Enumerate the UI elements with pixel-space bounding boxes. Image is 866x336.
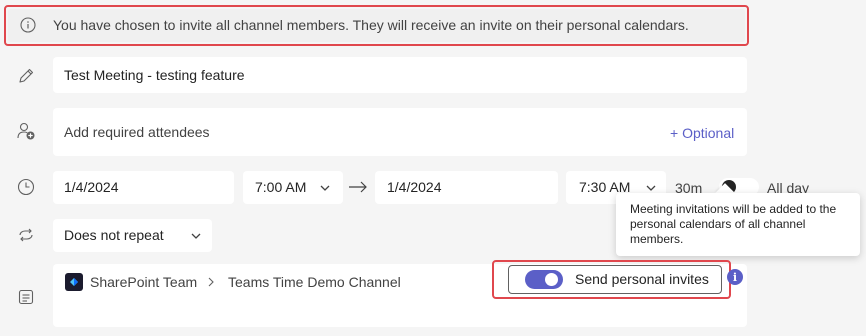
start-date-value: 1/4/2024 — [64, 179, 119, 195]
chevron-down-icon — [190, 230, 202, 242]
optional-attendees-link[interactable]: + Optional — [670, 123, 734, 143]
channel-name: Teams Time Demo Channel — [228, 274, 401, 290]
arrow-right-icon — [348, 180, 368, 194]
team-name: SharePoint Team — [90, 274, 198, 290]
sharepoint-team-icon — [65, 273, 83, 291]
attendees-field[interactable]: Add required attendees + Optional — [53, 108, 747, 156]
info-banner: You have chosen to invite all channel me… — [8, 9, 745, 42]
send-personal-invites-label: Send personal invites — [575, 271, 709, 287]
end-date-value: 1/4/2024 — [387, 179, 442, 195]
repeat-icon — [17, 226, 35, 244]
title-input[interactable]: Test Meeting - testing feature — [64, 65, 245, 85]
invite-info-icon[interactable]: i — [727, 269, 743, 285]
pencil-icon — [17, 67, 35, 85]
tooltip: Meeting invitations will be added to the… — [616, 193, 860, 256]
info-icon — [20, 17, 36, 33]
chevron-down-icon — [319, 182, 331, 194]
title-field[interactable]: Test Meeting - testing feature — [53, 57, 747, 93]
start-time-value: 7:00 AM — [255, 179, 307, 195]
add-person-icon — [16, 121, 36, 141]
repeat-dropdown[interactable]: Does not repeat — [53, 219, 212, 252]
start-date-field[interactable]: 1/4/2024 — [53, 171, 234, 204]
details-icon — [18, 289, 34, 305]
chevron-right-icon — [206, 277, 216, 287]
attendees-input[interactable]: Add required attendees — [64, 122, 210, 142]
banner-text: You have chosen to invite all channel me… — [53, 17, 689, 33]
tooltip-text: Meeting invitations will be added to the… — [630, 202, 837, 246]
clock-icon — [17, 178, 35, 196]
start-time-dropdown[interactable]: 7:00 AM — [243, 171, 343, 204]
end-date-field[interactable]: 1/4/2024 — [375, 171, 558, 204]
repeat-value: Does not repeat — [64, 227, 164, 243]
send-personal-invites-toggle-knob — [545, 273, 558, 286]
